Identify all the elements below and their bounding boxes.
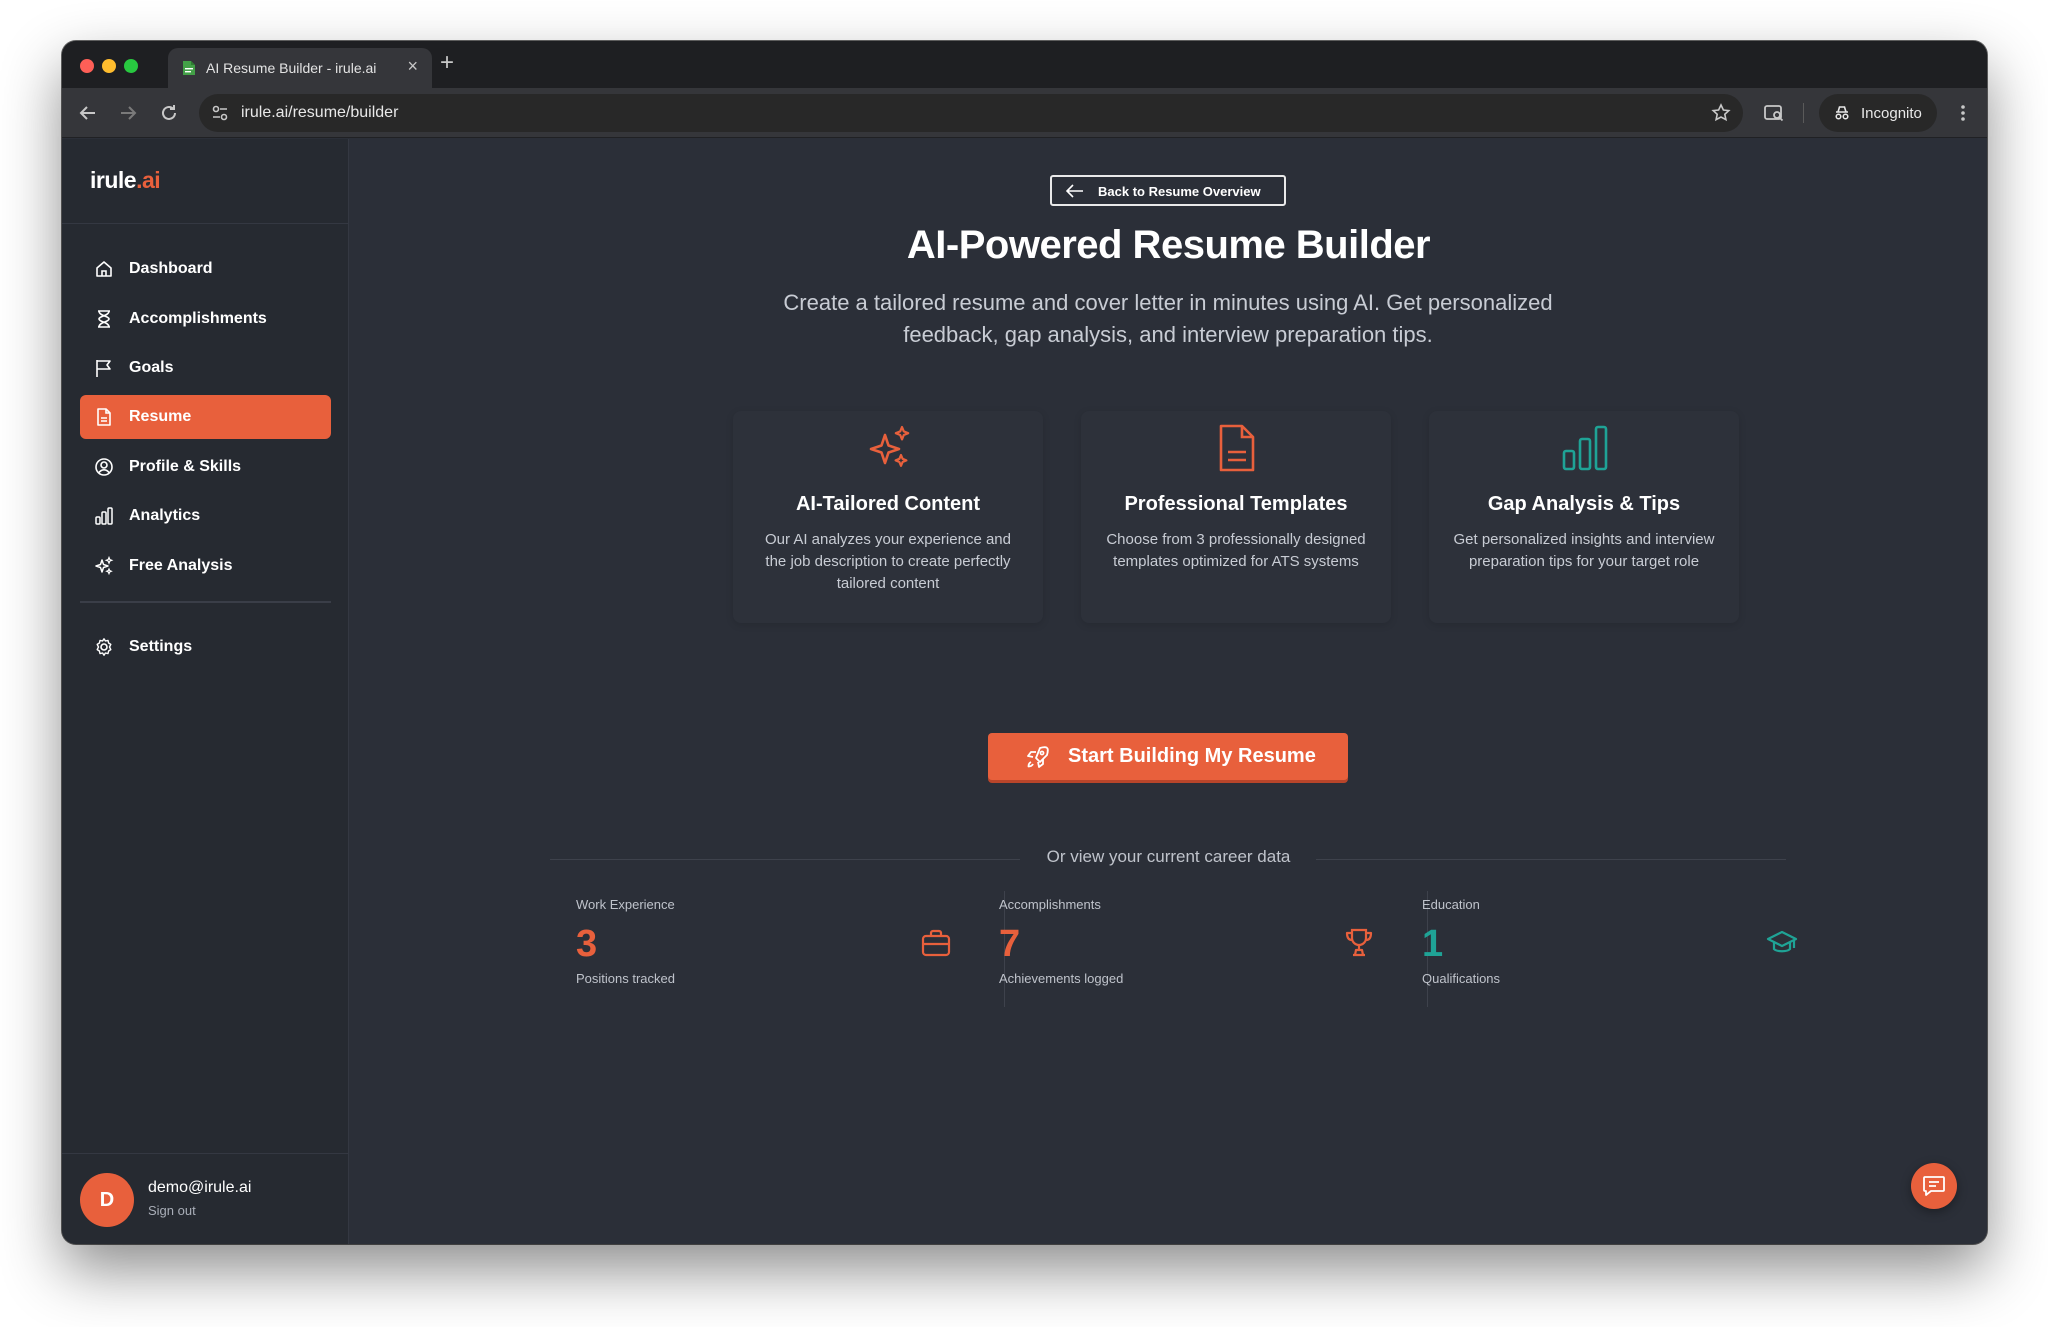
close-window-button[interactable]: [80, 59, 94, 73]
browser-toolbar: irule.ai/resume/builder Incognito: [62, 88, 1987, 138]
stat-accomplishments: Accomplishments 7 Achievements logged: [999, 887, 1399, 1005]
chat-bubble-icon: [1923, 1176, 1945, 1196]
sidebar-item-label: Goals: [129, 359, 174, 376]
maximize-window-button[interactable]: [124, 59, 138, 73]
stat-value: 1: [1422, 923, 1444, 965]
back-button-label: Back to Resume Overview: [1098, 184, 1261, 199]
stat-education: Education 1 Qualifications: [1422, 887, 1822, 1005]
feature-card-templates: Professional Templates Choose from 3 pro…: [1081, 411, 1391, 623]
feature-title: Gap Analysis & Tips: [1487, 493, 1681, 515]
rocket-icon: [1027, 746, 1049, 768]
stat-work-experience: Work Experience 3 Positions tracked: [576, 887, 976, 1005]
page-title: AI-Powered Resume Builder: [906, 223, 1431, 267]
sparkles-icon: [869, 425, 910, 467]
stat-caption: Achievements logged: [999, 971, 1124, 986]
url-text: irule.ai/resume/builder: [241, 104, 399, 121]
sign-out-link[interactable]: Sign out: [148, 1203, 196, 1218]
main-content: Back to Resume Overview AI-Powered Resum…: [350, 139, 1987, 1244]
tab-close-icon[interactable]: ×: [407, 56, 418, 77]
arrow-left-icon: [1066, 184, 1083, 198]
sidebar-item-label: Profile & Skills: [129, 458, 242, 475]
sidebar-divider: [80, 601, 331, 603]
toolbar-separator: [1803, 103, 1804, 123]
user-circle-icon: [95, 458, 113, 476]
tab-title: AI Resume Builder - irule.ai: [206, 60, 377, 76]
career-data-divider-text: Or view your current career data: [1046, 847, 1291, 866]
feature-card-ai-content: AI-Tailored Content Our AI analyzes your…: [733, 411, 1043, 623]
bar-chart-icon: [95, 507, 113, 525]
sidebar-item-free-analysis[interactable]: Free Analysis: [80, 544, 331, 588]
app-viewport: irule.ai Dashboard Accomplishments Goals…: [62, 139, 1987, 1244]
hourglass-icon: [98, 310, 110, 328]
stat-caption: Positions tracked: [576, 971, 675, 986]
bar-chart-icon: [1562, 425, 1608, 471]
brand-logo[interactable]: irule.ai: [90, 167, 161, 194]
start-building-button[interactable]: Start Building My Resume: [988, 733, 1348, 780]
gear-icon: [96, 638, 112, 656]
document-favicon-icon: [183, 61, 195, 75]
incognito-label: Incognito: [1861, 105, 1922, 122]
incognito-icon: [1835, 106, 1849, 120]
stat-label: Accomplishments: [999, 897, 1101, 912]
sidebar-item-label: Analytics: [129, 507, 201, 524]
back-to-overview-button[interactable]: Back to Resume Overview: [1050, 175, 1286, 206]
stat-caption: Qualifications: [1422, 971, 1501, 986]
browser-tab[interactable]: AI Resume Builder - irule.ai ×: [168, 48, 432, 88]
sparkles-icon: [95, 556, 114, 576]
user-email: demo@irule.ai: [148, 1179, 252, 1196]
sidebar-item-analytics[interactable]: Analytics: [80, 494, 331, 538]
briefcase-icon: [921, 929, 951, 957]
sidebar-item-accomplishments[interactable]: Accomplishments: [80, 297, 331, 341]
feature-title: Professional Templates: [1124, 493, 1348, 515]
feature-title: AI-Tailored Content: [795, 493, 981, 515]
address-bar[interactable]: irule.ai/resume/builder: [199, 94, 1743, 132]
sidebar-item-label: Resume: [129, 408, 192, 425]
feature-description: Our AI analyzes your experience and the …: [765, 531, 1011, 592]
sidebar-item-profile-skills[interactable]: Profile & Skills: [80, 445, 331, 489]
stat-value: 7: [999, 923, 1021, 965]
bookmark-star-icon[interactable]: [1711, 103, 1731, 123]
document-icon: [1219, 424, 1255, 472]
sidebar: irule.ai Dashboard Accomplishments Goals…: [62, 139, 349, 1244]
stat-label: Work Experience: [576, 897, 675, 912]
minimize-window-button[interactable]: [102, 59, 116, 73]
cta-label: Start Building My Resume: [1068, 745, 1316, 767]
page-subtitle: Create a tailored resume and cover lette…: [783, 290, 1553, 347]
stat-value: 3: [576, 923, 598, 965]
sidebar-item-label: Settings: [129, 638, 193, 655]
sidebar-divider: [62, 1153, 349, 1154]
avatar[interactable]: D: [80, 1173, 134, 1227]
more-menu-icon[interactable]: [1951, 101, 1975, 125]
new-tab-icon[interactable]: +: [440, 49, 454, 77]
sidebar-item-label: Free Analysis: [129, 557, 233, 574]
forward-arrow-icon[interactable]: [116, 101, 140, 125]
reload-icon[interactable]: [157, 101, 181, 125]
sidebar-item-resume[interactable]: Resume: [80, 395, 331, 439]
site-settings-icon[interactable]: [211, 104, 229, 122]
document-icon: [97, 408, 111, 426]
graduation-cap-icon: [1766, 930, 1798, 953]
incognito-indicator[interactable]: Incognito: [1819, 94, 1937, 132]
trophy-icon: [1345, 928, 1373, 957]
sidebar-divider: [62, 223, 349, 224]
home-icon: [96, 261, 112, 277]
feature-description: Choose from 3 professionally designed te…: [1106, 531, 1366, 570]
stat-label: Education: [1422, 897, 1480, 912]
sidebar-item-goals[interactable]: Goals: [80, 346, 331, 390]
back-arrow-icon[interactable]: [76, 101, 100, 125]
tab-search-icon[interactable]: [1762, 101, 1786, 125]
browser-window: AI Resume Builder - irule.ai × + irule.a…: [62, 41, 1987, 1244]
sidebar-item-label: Dashboard: [129, 260, 213, 277]
chat-support-button[interactable]: [1911, 1163, 1957, 1209]
flag-icon: [96, 360, 111, 377]
feature-description: Get personalized insights and interview …: [1453, 531, 1715, 570]
sidebar-item-label: Accomplishments: [129, 310, 267, 327]
tab-strip: AI Resume Builder - irule.ai × +: [62, 41, 1987, 88]
sidebar-item-settings[interactable]: Settings: [80, 625, 331, 669]
sidebar-item-dashboard[interactable]: Dashboard: [80, 247, 331, 291]
feature-card-gap-analysis: Gap Analysis & Tips Get personalized ins…: [1429, 411, 1739, 623]
